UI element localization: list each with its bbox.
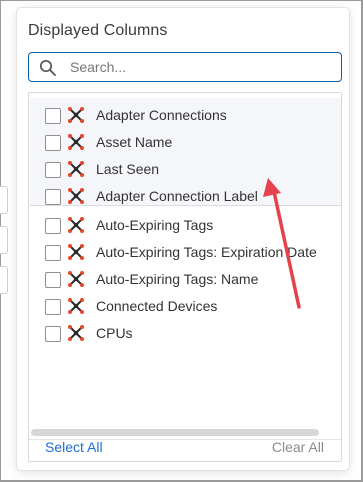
- background-tab: [0, 226, 8, 254]
- column-type-icon: [67, 133, 85, 151]
- column-type-icon: [67, 297, 85, 315]
- column-label: Adapter Connection Label: [96, 188, 258, 204]
- column-item[interactable]: Connected Devices: [29, 294, 341, 321]
- search-input[interactable]: [70, 53, 335, 81]
- column-label: Auto-Expiring Tags: Name: [96, 271, 259, 287]
- column-item[interactable]: Adapter Connection Label: [29, 184, 341, 211]
- column-type-icon: [67, 243, 85, 261]
- background-tab: [0, 186, 8, 214]
- column-checkbox[interactable]: [45, 189, 61, 205]
- displayed-columns-panel: Displayed Columns Adapter Connections Ass…: [17, 8, 349, 470]
- column-item[interactable]: CPUs: [29, 321, 341, 348]
- column-item[interactable]: Auto-Expiring Tags: Expiration Date: [29, 240, 341, 267]
- column-item[interactable]: Last Seen: [29, 157, 341, 184]
- column-label: Connected Devices: [96, 298, 218, 314]
- panel-title: Displayed Columns: [28, 22, 168, 39]
- column-type-icon: [67, 160, 85, 178]
- search-box[interactable]: [28, 52, 342, 82]
- column-type-icon: [67, 324, 85, 342]
- horizontal-scrollbar[interactable]: [31, 429, 319, 436]
- background-tab: [0, 266, 8, 294]
- column-label: Last Seen: [96, 161, 160, 177]
- column-list: Adapter Connections Asset Name Last Seen Ad…: [28, 92, 342, 462]
- column-item[interactable]: Asset Name: [29, 130, 341, 157]
- column-checkbox[interactable]: [45, 245, 61, 261]
- column-checkbox[interactable]: [45, 299, 61, 315]
- column-checkbox[interactable]: [45, 108, 61, 124]
- column-checkbox[interactable]: [45, 326, 61, 342]
- column-item[interactable]: Auto-Expiring Tags: Name: [29, 267, 341, 294]
- column-type-icon: [67, 187, 85, 205]
- column-checkbox[interactable]: [45, 162, 61, 178]
- column-label: Asset Name: [96, 134, 173, 150]
- search-icon: [39, 59, 57, 77]
- column-type-icon: [67, 106, 85, 124]
- column-label: Adapter Connections: [96, 107, 227, 123]
- column-item[interactable]: Adapter Connections: [29, 103, 341, 130]
- column-label: Auto-Expiring Tags: Expiration Date: [96, 244, 317, 260]
- column-checkbox[interactable]: [45, 272, 61, 288]
- clear-all-button[interactable]: Clear All: [272, 439, 324, 455]
- column-label: CPUs: [96, 325, 133, 341]
- column-type-icon: [67, 270, 85, 288]
- column-item[interactable]: Auto-Expiring Tags: [29, 213, 341, 240]
- column-checkbox[interactable]: [45, 218, 61, 234]
- select-all-button[interactable]: Select All: [45, 439, 103, 455]
- column-type-icon: [67, 216, 85, 234]
- column-label: Auto-Expiring Tags: [96, 217, 214, 233]
- column-checkbox[interactable]: [45, 135, 61, 151]
